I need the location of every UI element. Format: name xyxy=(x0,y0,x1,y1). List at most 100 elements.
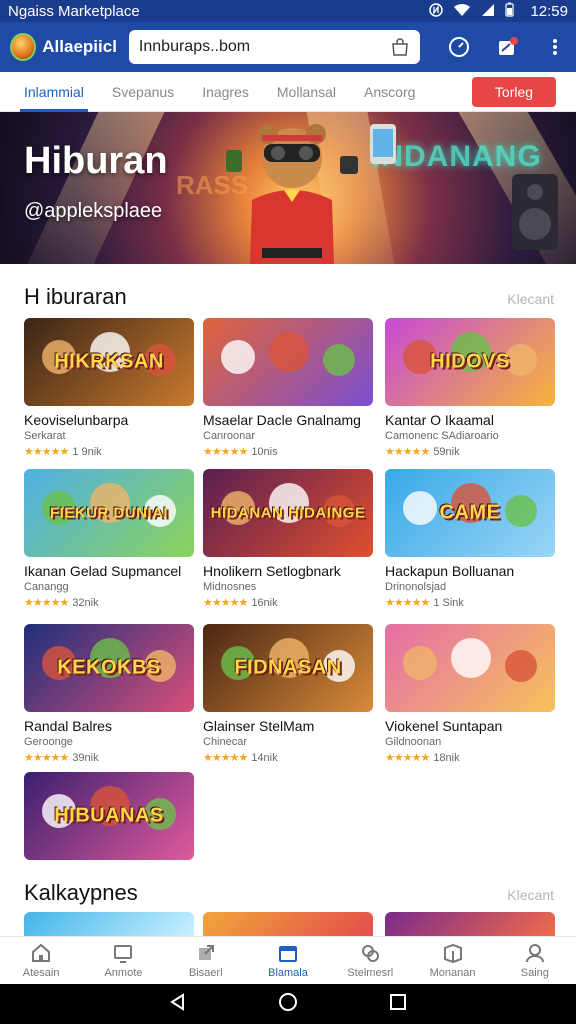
more-vertical-icon[interactable] xyxy=(544,36,566,58)
app-name: Allaepiicl xyxy=(42,37,117,56)
rating-count: 10nis xyxy=(251,445,278,458)
thumbnail-logo-text: FIDNASAN xyxy=(234,656,342,679)
rating-count: 16nik xyxy=(251,596,278,609)
nav-label: Stelmesrl xyxy=(347,967,394,979)
section-header: H iburaran Klecant xyxy=(24,284,554,310)
app-card[interactable]: FIDNASAN Glainser StelMam Chinecar ★★★★★ 14n… xyxy=(203,624,373,764)
app-title: Kantar O Ikaamal xyxy=(385,412,494,428)
nav-label: Bisaerl xyxy=(188,967,223,979)
app-card[interactable]: KEKOKBS Randal Balres Geroonge ★★★★★ 39nik xyxy=(24,624,194,764)
recents-icon[interactable] xyxy=(388,992,408,1017)
app-thumbnail[interactable]: HIDANAN HIDAINGE xyxy=(203,469,373,557)
thumbnail-logo-text: HIBUANAS xyxy=(54,804,164,827)
rating-count: 32nik xyxy=(72,596,99,609)
app-card[interactable] xyxy=(24,912,194,936)
app-thumbnail[interactable]: HIBUANAS xyxy=(24,772,194,860)
tab-inagres[interactable]: Inagres xyxy=(188,72,263,112)
tab-anscorg[interactable]: Anscorg xyxy=(350,72,429,112)
app-rating: ★★★★★ 1 9nik xyxy=(24,445,194,459)
app-thumbnail[interactable]: HIDOVS xyxy=(385,318,555,406)
category-tabs: Inlammial Svepanus Inagres Mollansal Ans… xyxy=(0,72,576,112)
app-card[interactable]: Viokenel Suntapan Gildnoonan ★★★★★ 18nik xyxy=(385,624,555,764)
nav-item-box[interactable]: Monanan xyxy=(411,937,493,984)
nav-item-games[interactable]: Stelmesrl xyxy=(329,937,411,984)
nav-label: Atesain xyxy=(22,967,60,979)
thumbnail-logo-text: KEKOKBS xyxy=(57,656,161,679)
character-illustration xyxy=(505,650,537,682)
app-thumbnail[interactable]: FIDNASAN xyxy=(203,624,373,712)
rating-count: 18nik xyxy=(433,751,460,764)
star-rating-icon: ★★★★★ xyxy=(385,597,430,609)
app-thumbnail[interactable]: KEKOKBS xyxy=(24,624,194,712)
tab-mollansal[interactable]: Mollansal xyxy=(263,72,350,112)
app-card[interactable]: Msaelar Dacle Gnalnamg Canroonar ★★★★★ 10ni… xyxy=(203,318,373,458)
wifi-icon xyxy=(453,3,471,20)
notification-icon[interactable] xyxy=(496,36,518,58)
app-card[interactable] xyxy=(203,912,373,936)
system-nav-bar xyxy=(0,984,576,1024)
thumbnail-logo-text: HIDOVS xyxy=(430,350,510,373)
hero-banner[interactable]: RASS INDANANG Hiburan @appleksplaee xyxy=(0,112,576,264)
app-card[interactable]: HIDOVS Kantar O Ikaamal Camonenc SAdiaroar… xyxy=(385,318,555,458)
app-developer: Chinecar xyxy=(203,736,248,748)
app-developer: Serkarat xyxy=(24,430,66,442)
app-thumbnail[interactable] xyxy=(203,318,373,406)
hero-title: Hiburan xyxy=(24,140,168,182)
hero-handle: @appleksplaee xyxy=(24,200,163,222)
back-icon[interactable] xyxy=(168,992,188,1017)
app-developer: Drinonolsjad xyxy=(385,581,447,593)
section-title: H iburaran xyxy=(24,284,127,309)
character-illustration xyxy=(269,332,309,372)
home-circle-icon[interactable] xyxy=(278,992,298,1017)
app-rating: ★★★★★ 39nik xyxy=(24,751,194,765)
character-illustration xyxy=(403,646,437,680)
character-illustration xyxy=(221,340,255,374)
app-thumbnail[interactable]: HIKRKSAN xyxy=(24,318,194,406)
nav-item-tv[interactable]: Anmote xyxy=(82,937,164,984)
character-illustration xyxy=(323,344,355,376)
app-rating: ★★★★★ 32nik xyxy=(24,596,194,610)
nav-item-calendar[interactable]: Blamala xyxy=(247,937,329,984)
app-thumbnail[interactable] xyxy=(385,912,555,936)
app-title: Ikanan Gelad Supmancel xyxy=(24,563,182,579)
app-card[interactable]: HIKRKSAN Keoviselunbarpa Serkarat ★★★★★ 1 9n… xyxy=(24,318,194,458)
box-icon xyxy=(443,943,462,964)
thumbnail-logo-text: HIKRKSAN xyxy=(54,350,164,373)
bottom-nav: Atesain Anmote Bisaerl Blamala Stelmesrl… xyxy=(0,936,576,984)
app-thumbnail[interactable]: FIEKUR DUNIAI xyxy=(24,469,194,557)
tab-svepanus[interactable]: Svepanus xyxy=(98,72,188,112)
nav-item-profile[interactable]: Saing xyxy=(494,937,576,984)
section-title-2: Kalkaypnes xyxy=(24,880,138,905)
app-thumbnail[interactable] xyxy=(385,624,555,712)
nav-label: Blamala xyxy=(268,967,308,979)
app-thumbnail[interactable]: CAME xyxy=(385,469,555,557)
url-text: Innburaps..bom xyxy=(138,38,251,55)
rating-count: 14nik xyxy=(251,751,278,764)
nav-item-home[interactable]: Atesain xyxy=(0,937,82,984)
nav-item-share[interactable]: Bisaerl xyxy=(165,937,247,984)
app-logo[interactable] xyxy=(10,33,37,61)
see-all-link[interactable]: Klecant xyxy=(507,291,554,307)
app-rating: ★★★★★ 16nik xyxy=(203,596,373,610)
thumbnail-logo-text: HIDANAN HIDAINGE xyxy=(210,504,366,522)
cta-button[interactable]: Torleg xyxy=(472,76,556,107)
app-rating: ★★★★★ 1 Sink xyxy=(385,596,555,610)
app-card[interactable]: HIDANAN HIDAINGE Hnolikern Setlogbnark Mid… xyxy=(203,469,373,609)
app-thumbnail[interactable] xyxy=(24,912,194,936)
app-thumbnail[interactable] xyxy=(203,912,373,936)
character-illustration xyxy=(451,638,491,678)
compass-icon[interactable] xyxy=(448,36,470,58)
see-all-link-2[interactable]: Klecant xyxy=(507,887,554,903)
rating-count: 1 Sink xyxy=(433,596,464,609)
app-card[interactable]: CAME Hackapun Bolluanan Drinonolsjad ★★★★★ 1… xyxy=(385,469,555,609)
star-rating-icon: ★★★★★ xyxy=(24,446,69,458)
app-card[interactable]: HIBUANAS xyxy=(24,772,194,860)
tab-inlammial[interactable]: Inlammial xyxy=(10,72,98,112)
url-input[interactable]: Innburaps..bom xyxy=(128,30,420,64)
thumbnail-logo-text: FIEKUR DUNIAI xyxy=(49,504,169,522)
app-card[interactable]: FIEKUR DUNIAI Ikanan Gelad Supmancel Canan… xyxy=(24,469,194,609)
app-card[interactable] xyxy=(385,912,555,936)
bag-icon[interactable] xyxy=(390,38,410,56)
app-developer: Gildnoonan xyxy=(385,736,442,748)
rating-count: 59nik xyxy=(433,445,460,458)
